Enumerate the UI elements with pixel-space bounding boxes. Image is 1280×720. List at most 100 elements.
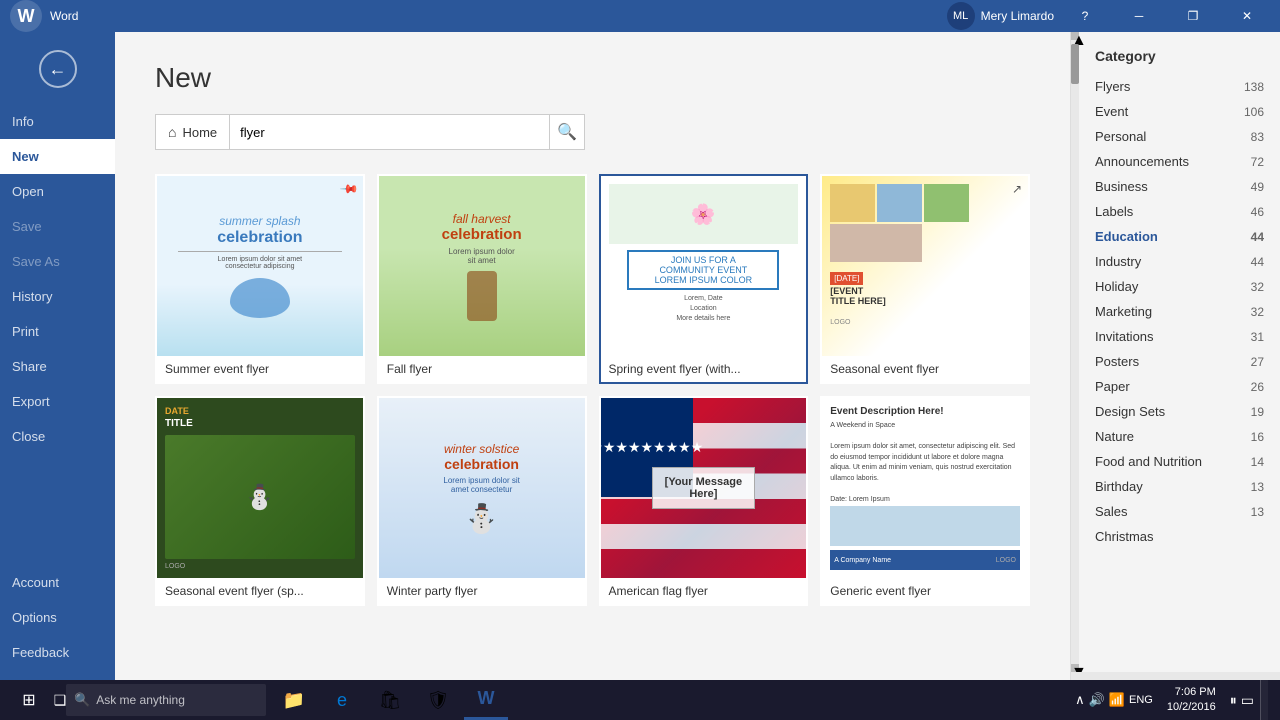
category-count: 16 <box>1251 430 1264 444</box>
taskbar-search-icon: 🔍 <box>74 692 90 708</box>
taskbar-app-edge[interactable]: e <box>320 680 364 720</box>
sidebar-item-share[interactable]: Share <box>0 349 115 384</box>
sidebar-label-history: History <box>12 289 52 304</box>
category-item-sales[interactable]: Sales13 <box>1079 499 1280 524</box>
search-input[interactable] <box>229 114 549 150</box>
template-name-american: American flag flyer <box>601 578 807 604</box>
template-card-spring[interactable]: 🌸 JOIN US FOR ACOMMUNITY EVENTLOREM IPSU… <box>599 174 809 384</box>
media-icon[interactable]: ▭ <box>1241 692 1254 709</box>
category-scrollbar[interactable]: ▲ ▼ <box>1071 32 1079 672</box>
pause-icon[interactable]: ⏸ <box>1230 692 1237 709</box>
template-card-seasonal-sp[interactable]: DATE TITLE ⛄ LOGO Seasonal event flyer (… <box>155 396 365 606</box>
category-item-christmas[interactable]: Christmas <box>1079 524 1280 549</box>
category-item-nature[interactable]: Nature16 <box>1079 424 1280 449</box>
taskbar-search[interactable]: 🔍 Ask me anything <box>66 684 266 716</box>
category-name: Design Sets <box>1095 404 1165 419</box>
category-item-invitations[interactable]: Invitations31 <box>1079 324 1280 349</box>
category-item-education[interactable]: Education44 <box>1079 224 1280 249</box>
sidebar-item-open[interactable]: Open <box>0 174 115 209</box>
category-item-food-and-nutrition[interactable]: Food and Nutrition14 <box>1079 449 1280 474</box>
category-item-birthday[interactable]: Birthday13 <box>1079 474 1280 499</box>
sidebar-item-print[interactable]: Print <box>0 314 115 349</box>
scroll-up-btn[interactable]: ▲ <box>1071 32 1079 40</box>
taskbar-app-security[interactable]: 🛡 <box>416 680 460 720</box>
tray-icons: ∧ 🔊 📶 ENG <box>1075 692 1153 708</box>
sidebar-item-info[interactable]: Info <box>0 104 115 139</box>
sidebar-item-history[interactable]: History <box>0 279 115 314</box>
task-view-button[interactable]: ❑ <box>56 680 64 720</box>
store-icon: 🛍 <box>379 690 402 711</box>
template-card-summer[interactable]: summer splash celebration Lorem ipsum do… <box>155 174 365 384</box>
sidebar: ← Info New Open Save Save As History Pri… <box>0 32 115 680</box>
category-item-business[interactable]: Business49 <box>1079 174 1280 199</box>
category-name: Labels <box>1095 204 1133 219</box>
template-card-seasonal[interactable]: [DATE] [EVENTTITLE HERE] LOGO ↗ Seasonal… <box>820 174 1030 384</box>
sidebar-label-options: Options <box>12 610 57 625</box>
content-inner: New ⌂ Home 🔍 summer splash <box>115 32 1070 680</box>
windows-icon: ⊞ <box>22 690 35 710</box>
taskbar: ⊞ ❑ 🔍 Ask me anything 📁 e 🛍 🛡 W ∧ 🔊 📶 EN… <box>0 680 1280 720</box>
template-card-generic[interactable]: Event Description Here! A Weekend in Spa… <box>820 396 1030 606</box>
minimize-button[interactable]: ─ <box>1116 0 1162 32</box>
search-button[interactable]: 🔍 <box>549 114 585 150</box>
category-name: Industry <box>1095 254 1141 269</box>
tray-lang[interactable]: ENG <box>1129 694 1153 706</box>
tray-chevron[interactable]: ∧ <box>1075 692 1085 708</box>
sidebar-bottom: Account Options Feedback <box>0 565 115 680</box>
template-name-seasonal: Seasonal event flyer <box>822 356 1028 382</box>
sidebar-item-account[interactable]: Account <box>0 565 115 600</box>
taskbar-app-word[interactable]: W <box>464 680 508 720</box>
back-button[interactable]: ← <box>33 44 83 94</box>
sidebar-item-close[interactable]: Close <box>0 419 115 454</box>
category-name: Holiday <box>1095 279 1138 294</box>
category-name: Flyers <box>1095 79 1130 94</box>
template-card-winter[interactable]: winter solstice celebration Lorem ipsum … <box>377 396 587 606</box>
sidebar-item-feedback[interactable]: Feedback <box>0 635 115 670</box>
user-area[interactable]: ML Mery Limardo <box>947 2 1054 30</box>
taskbar-app-explorer[interactable]: 📁 <box>272 680 316 720</box>
template-card-fall[interactable]: fall harvest celebration Lorem ipsum dol… <box>377 174 587 384</box>
start-button[interactable]: ⊞ <box>4 680 54 720</box>
scroll-down-btn[interactable]: ▼ <box>1071 664 1079 672</box>
taskbar-app-store[interactable]: 🛍 <box>368 680 412 720</box>
taskbar-clock[interactable]: 7:06 PM 10/2/2016 <box>1159 685 1224 716</box>
category-name: Christmas <box>1095 529 1154 544</box>
category-name: Food and Nutrition <box>1095 454 1202 469</box>
restore-button[interactable]: ❐ <box>1170 0 1216 32</box>
search-home-button[interactable]: ⌂ Home <box>155 114 229 150</box>
home-icon: ⌂ <box>168 124 176 140</box>
app-name: Word <box>50 9 78 23</box>
category-name: Education <box>1095 229 1158 244</box>
show-desktop-button[interactable] <box>1260 680 1268 720</box>
category-item-personal[interactable]: Personal83 <box>1079 124 1280 149</box>
sidebar-item-options[interactable]: Options <box>0 600 115 635</box>
category-item-holiday[interactable]: Holiday32 <box>1079 274 1280 299</box>
sidebar-item-save[interactable]: Save <box>0 209 115 244</box>
category-count: 32 <box>1251 305 1264 319</box>
help-button[interactable]: ? <box>1062 0 1108 32</box>
scroll-thumb[interactable] <box>1071 44 1079 84</box>
word-taskbar-icon: W <box>478 688 495 709</box>
category-item-design-sets[interactable]: Design Sets19 <box>1079 399 1280 424</box>
sidebar-label-info: Info <box>12 114 34 129</box>
sidebar-item-save-as[interactable]: Save As <box>0 244 115 279</box>
tray-network[interactable]: 📶 <box>1109 692 1125 708</box>
sidebar-item-new[interactable]: New <box>0 139 115 174</box>
template-preview-winter: winter solstice celebration Lorem ipsum … <box>379 398 585 578</box>
sidebar-item-export[interactable]: Export <box>0 384 115 419</box>
category-item-posters[interactable]: Posters27 <box>1079 349 1280 374</box>
user-name: Mery Limardo <box>981 9 1054 23</box>
category-item-event[interactable]: Event106 <box>1079 99 1280 124</box>
tray-speakers[interactable]: 🔊 <box>1089 692 1105 708</box>
category-item-marketing[interactable]: Marketing32 <box>1079 299 1280 324</box>
edge-icon: e <box>337 690 347 711</box>
category-item-labels[interactable]: Labels46 <box>1079 199 1280 224</box>
category-item-industry[interactable]: Industry44 <box>1079 249 1280 274</box>
sidebar-label-account: Account <box>12 575 59 590</box>
close-button[interactable]: ✕ <box>1224 0 1270 32</box>
template-card-american[interactable]: ★★★★★★★★★ [Your MessageHere] American fl… <box>599 396 809 606</box>
category-item-flyers[interactable]: Flyers138 <box>1079 74 1280 99</box>
category-item-announcements[interactable]: Announcements72 <box>1079 149 1280 174</box>
category-item-paper[interactable]: Paper26 <box>1079 374 1280 399</box>
category-panel: ▲ ▼ Category Flyers138Event106Personal83… <box>1070 32 1280 680</box>
